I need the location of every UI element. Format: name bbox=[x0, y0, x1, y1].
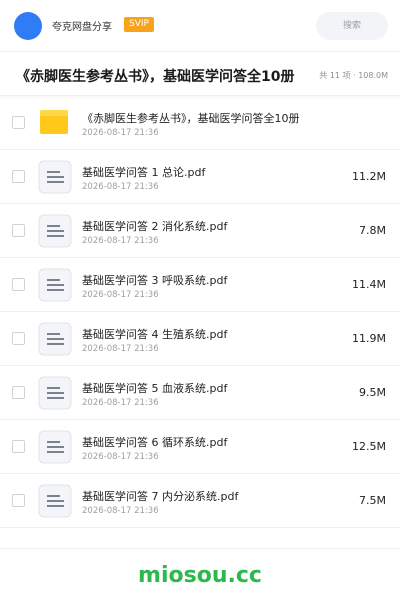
file-size: 7.8M bbox=[359, 224, 386, 237]
pdf-file-icon bbox=[38, 430, 72, 464]
list-item[interactable]: 基础医学问答 2 消化系统.pdf 2026-08-17 21:36 7.8M bbox=[0, 204, 400, 258]
select-checkbox[interactable] bbox=[12, 494, 25, 507]
page-title: 《赤脚医生参考丛书》，基础医学问答全10册 bbox=[16, 69, 295, 85]
footer: miosou.cc bbox=[0, 548, 400, 600]
list-item[interactable]: 基础医学问答 3 呼吸系统.pdf 2026-08-17 21:36 11.4M bbox=[0, 258, 400, 312]
pdf-file-icon bbox=[38, 268, 72, 302]
select-checkbox[interactable] bbox=[12, 332, 25, 345]
select-checkbox[interactable] bbox=[12, 224, 25, 237]
file-size: 11.9M bbox=[352, 332, 386, 345]
top-bar: 夸克网盘分享 SVIP 搜索 bbox=[0, 0, 400, 52]
pdf-file-icon bbox=[38, 214, 72, 248]
file-date: 2026-08-17 21:36 bbox=[82, 344, 159, 354]
pdf-file-icon bbox=[38, 484, 72, 518]
list-item[interactable]: 基础医学问答 6 循环系统.pdf 2026-08-17 21:36 12.5M bbox=[0, 420, 400, 474]
list-item[interactable]: 基础医学问答 5 血液系统.pdf 2026-08-17 21:36 9.5M bbox=[0, 366, 400, 420]
file-date: 2026-08-17 21:36 bbox=[82, 398, 159, 408]
file-name: 基础医学问答 4 生殖系统.pdf bbox=[82, 328, 228, 341]
item-count-size: 共 11 项 · 108.0M bbox=[319, 71, 388, 80]
list-item[interactable]: 《赤脚医生参考丛书》，基础医学问答全10册 2026-08-17 21:36 bbox=[0, 96, 400, 150]
file-size: 9.5M bbox=[359, 386, 386, 399]
file-list: 《赤脚医生参考丛书》，基础医学问答全10册 2026-08-17 21:36 基… bbox=[0, 96, 400, 528]
file-date: 2026-08-17 21:36 bbox=[82, 182, 159, 192]
file-date: 2026-08-17 21:36 bbox=[82, 452, 159, 462]
select-checkbox[interactable] bbox=[12, 386, 25, 399]
file-name: 基础医学问答 2 消化系统.pdf bbox=[82, 220, 228, 233]
file-name: 基础医学问答 5 血液系统.pdf bbox=[82, 382, 228, 395]
list-item[interactable]: 基础医学问答 7 内分泌系统.pdf 2026-08-17 21:36 7.5M bbox=[0, 474, 400, 528]
pdf-file-icon bbox=[38, 322, 72, 356]
file-date: 2026-08-17 21:36 bbox=[82, 236, 159, 246]
file-size: 11.2M bbox=[352, 170, 386, 183]
avatar[interactable] bbox=[14, 12, 42, 40]
file-name: 基础医学问答 1 总论.pdf bbox=[82, 166, 206, 179]
select-checkbox[interactable] bbox=[12, 170, 25, 183]
pdf-file-icon bbox=[38, 376, 72, 410]
file-date: 2026-08-17 21:36 bbox=[82, 128, 159, 138]
owner-name[interactable]: 夸克网盘分享 bbox=[52, 18, 112, 33]
search-input[interactable]: 搜索 bbox=[316, 12, 388, 40]
pdf-file-icon bbox=[38, 160, 72, 194]
folder-icon bbox=[38, 106, 72, 140]
list-item[interactable]: 基础医学问答 4 生殖系统.pdf 2026-08-17 21:36 11.9M bbox=[0, 312, 400, 366]
file-size: 11.4M bbox=[352, 278, 386, 291]
select-checkbox[interactable] bbox=[12, 116, 25, 129]
file-name: 基础医学问答 6 循环系统.pdf bbox=[82, 436, 228, 449]
file-name: 基础医学问答 7 内分泌系统.pdf bbox=[82, 490, 239, 503]
list-item[interactable]: 基础医学问答 1 总论.pdf 2026-08-17 21:36 11.2M bbox=[0, 150, 400, 204]
select-checkbox[interactable] bbox=[12, 278, 25, 291]
svip-badge: SVIP bbox=[124, 17, 154, 32]
share-header: 《赤脚医生参考丛书》，基础医学问答全10册 共 11 项 · 108.0M bbox=[0, 58, 400, 96]
file-date: 2026-08-17 21:36 bbox=[82, 290, 159, 300]
brand-watermark: miosou.cc bbox=[138, 563, 262, 588]
file-name: 基础医学问答 3 呼吸系统.pdf bbox=[82, 274, 228, 287]
file-size: 7.5M bbox=[359, 494, 386, 507]
file-name: 《赤脚医生参考丛书》，基础医学问答全10册 bbox=[82, 112, 300, 125]
select-checkbox[interactable] bbox=[12, 440, 25, 453]
file-date: 2026-08-17 21:36 bbox=[82, 506, 159, 516]
file-size: 12.5M bbox=[352, 440, 386, 453]
